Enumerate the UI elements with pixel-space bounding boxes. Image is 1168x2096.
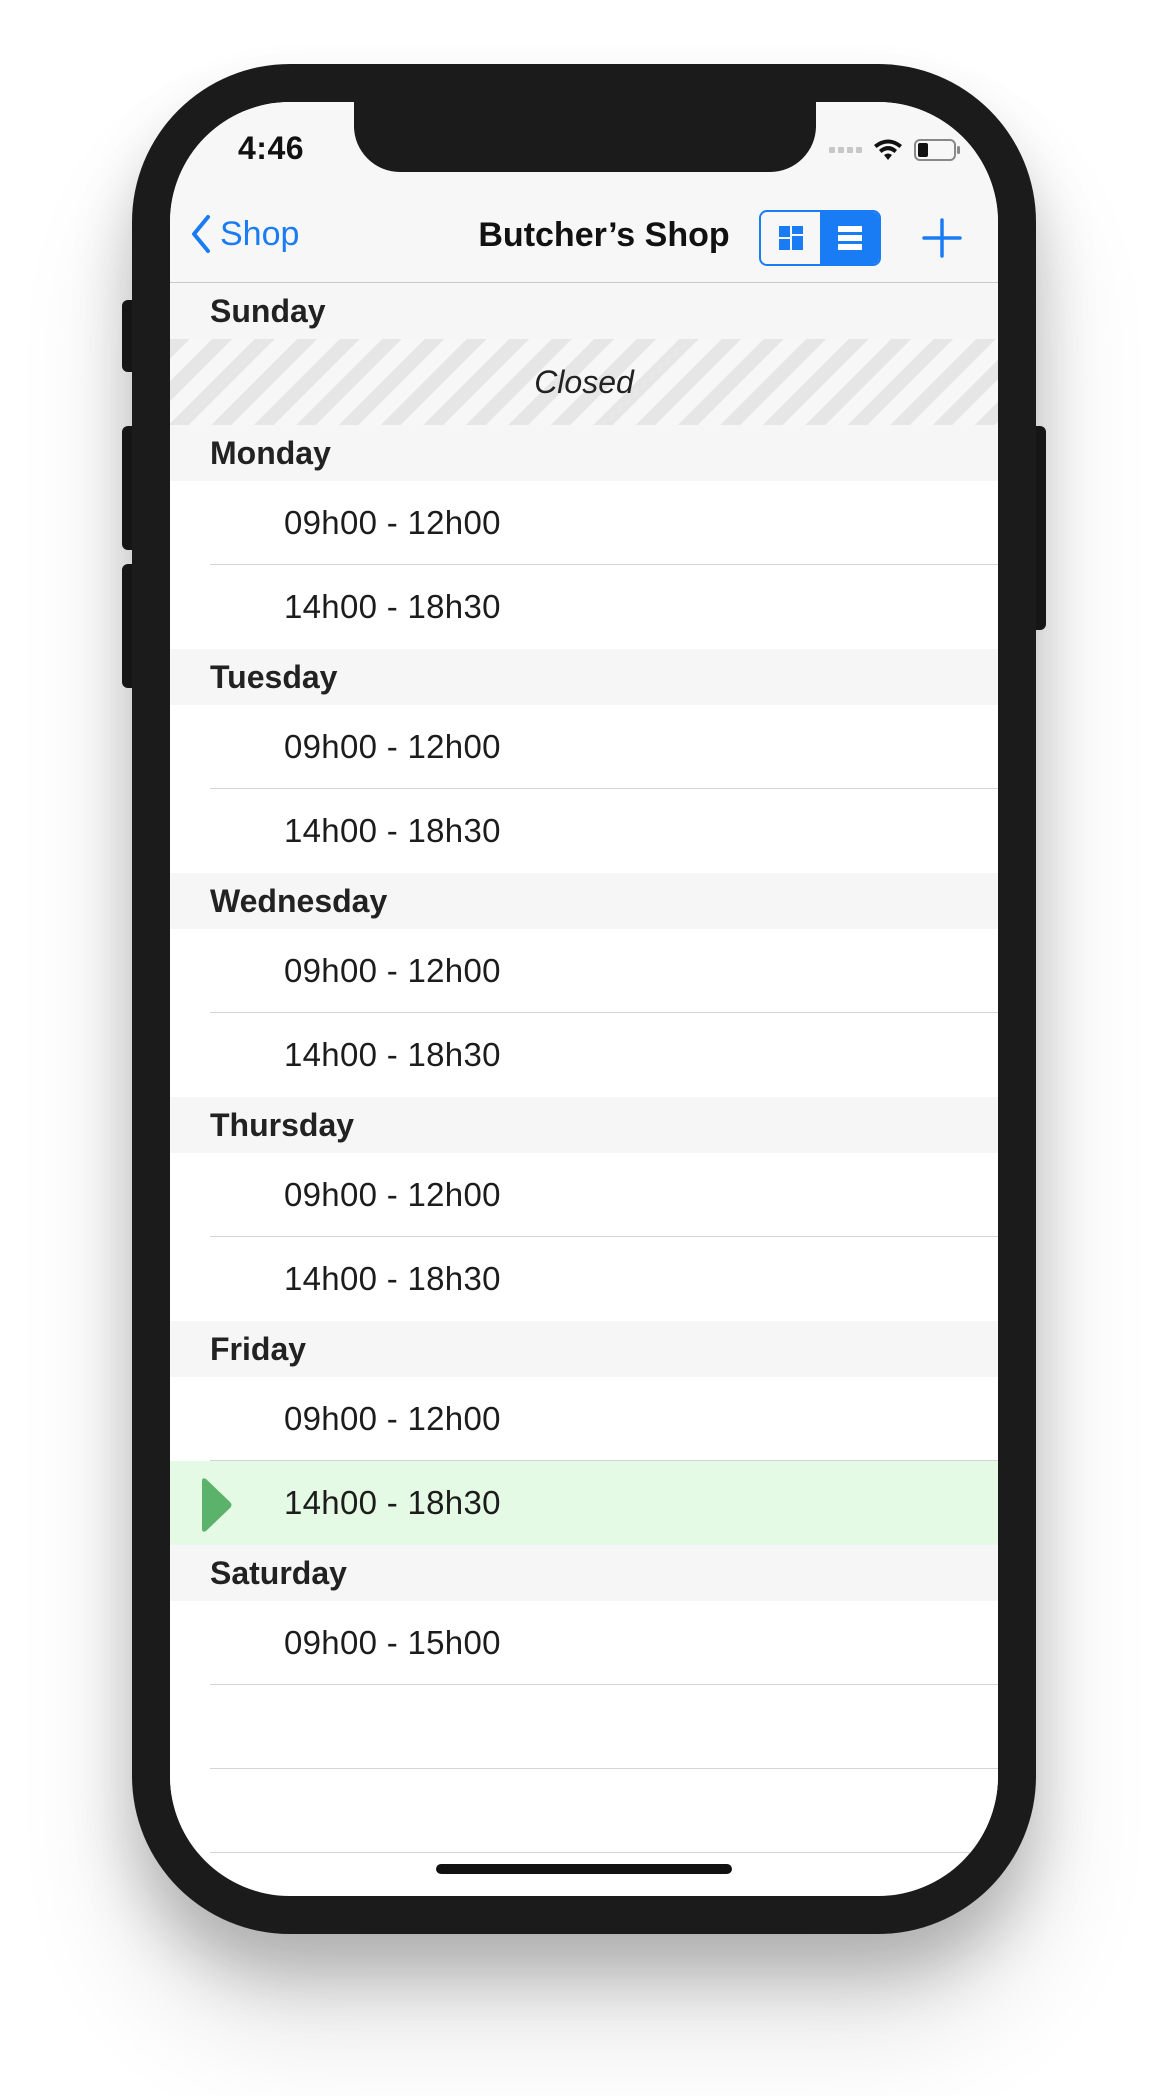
time-slot-row[interactable]: 09h00 - 12h00 xyxy=(170,705,998,789)
section-header-monday: Monday xyxy=(170,425,998,481)
time-slot-label: 14h00 - 18h30 xyxy=(284,1036,501,1073)
time-slot-label: 09h00 - 12h00 xyxy=(284,504,501,541)
section-header-friday: Friday xyxy=(170,1321,998,1377)
time-slot-row[interactable]: 09h00 - 15h00 xyxy=(170,1601,998,1685)
time-slot-row[interactable]: 14h00 - 18h30 xyxy=(170,565,998,649)
closed-row: Closed xyxy=(170,339,998,425)
time-slot-row[interactable]: 14h00 - 18h30 xyxy=(170,1013,998,1097)
time-slot-label: 14h00 - 18h30 xyxy=(284,1484,501,1521)
section-header-wednesday: Wednesday xyxy=(170,873,998,929)
add-button[interactable] xyxy=(918,214,966,262)
list-view-icon xyxy=(837,226,862,250)
closed-label: Closed xyxy=(534,363,634,400)
empty-row xyxy=(170,1769,998,1853)
time-slot-label: 09h00 - 12h00 xyxy=(284,1176,501,1213)
time-slot-row[interactable]: 09h00 - 12h00 xyxy=(170,929,998,1013)
current-time-slot-row[interactable]: 14h00 - 18h30 xyxy=(170,1461,998,1545)
home-indicator[interactable] xyxy=(436,1864,732,1874)
grid-view-icon xyxy=(778,226,803,250)
status-icons xyxy=(829,138,962,162)
section-header-sunday: Sunday xyxy=(170,283,998,339)
time-slot-label: 14h00 - 18h30 xyxy=(284,1260,501,1297)
wifi-icon xyxy=(874,139,902,160)
notch xyxy=(354,102,816,172)
current-slot-marker-icon xyxy=(202,1478,232,1532)
plus-icon xyxy=(922,218,962,258)
time-slot-row[interactable]: 09h00 - 12h00 xyxy=(170,1153,998,1237)
navigation-bar: Shop Butcher’s Shop xyxy=(170,192,998,283)
opening-hours-list: Sunday Closed Monday 09h00 - 12h00 14h00… xyxy=(170,283,998,1853)
time-slot-row[interactable]: 14h00 - 18h30 xyxy=(170,1237,998,1321)
time-slot-label: 09h00 - 12h00 xyxy=(284,1400,501,1437)
status-time: 4:46 xyxy=(238,130,305,166)
section-header-tuesday: Tuesday xyxy=(170,649,998,705)
time-slot-label: 14h00 - 18h30 xyxy=(284,588,501,625)
battery-icon xyxy=(914,139,960,161)
section-header-thursday: Thursday xyxy=(170,1097,998,1153)
grid-view-button[interactable] xyxy=(761,212,820,264)
empty-row xyxy=(170,1685,998,1769)
time-slot-label: 09h00 - 15h00 xyxy=(284,1624,501,1661)
view-mode-toggle xyxy=(759,210,881,266)
cellular-signal-icon xyxy=(829,147,862,153)
section-header-saturday: Saturday xyxy=(170,1545,998,1601)
time-slot-row[interactable]: 14h00 - 18h30 xyxy=(170,789,998,873)
time-slot-row[interactable]: 09h00 - 12h00 xyxy=(170,1377,998,1461)
list-view-button[interactable] xyxy=(820,212,879,264)
time-slot-label: 09h00 - 12h00 xyxy=(284,728,501,765)
time-slot-label: 14h00 - 18h30 xyxy=(284,812,501,849)
time-slot-row[interactable]: 09h00 - 12h00 xyxy=(170,481,998,565)
time-slot-label: 09h00 - 12h00 xyxy=(284,952,501,989)
phone-screen: 4:46 Shop Butcher’s Shop Sunday Closed M… xyxy=(170,102,998,1896)
